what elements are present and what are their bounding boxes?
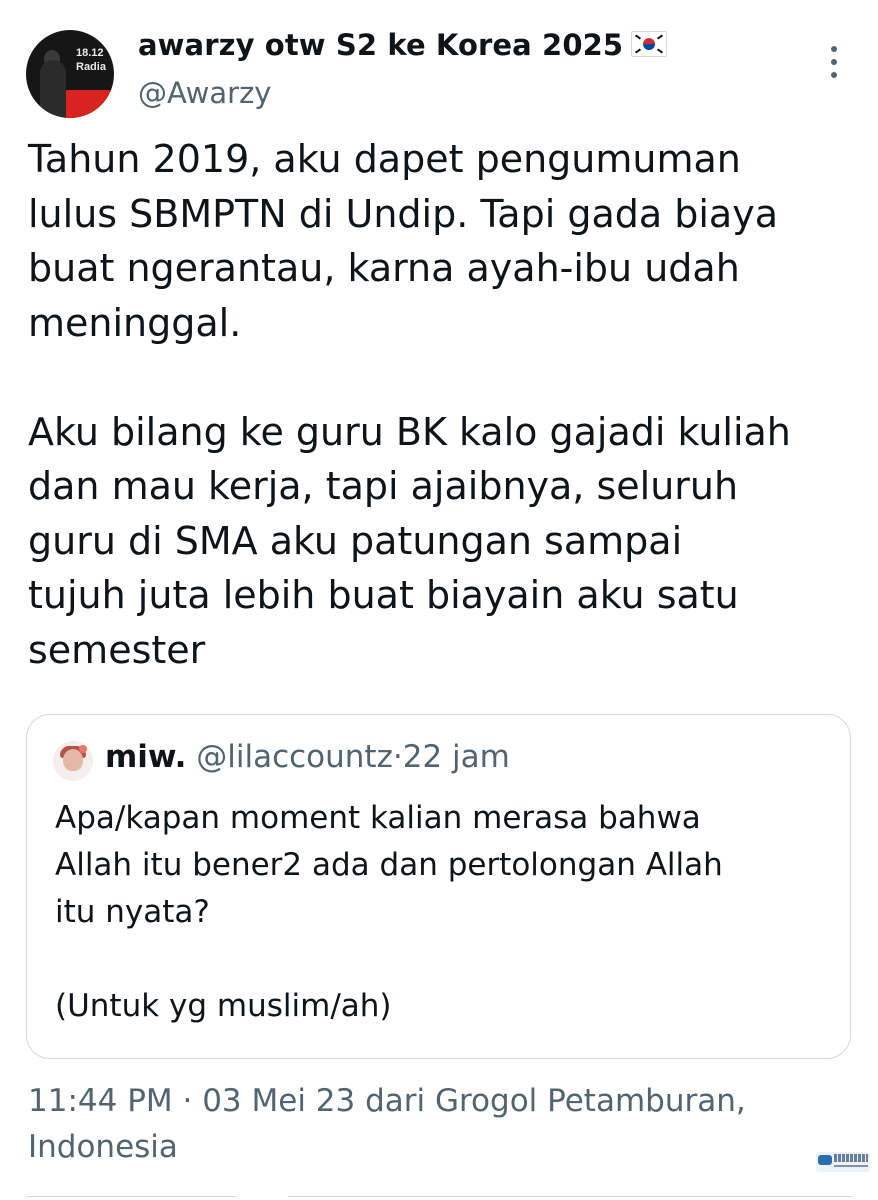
flag-trigram [657,48,664,54]
flag-trigram [657,34,664,40]
tweet: 18.12 Radia awarzy otw S2 ke Korea 2025 … [0,0,878,1200]
watermark-subline [834,1165,868,1167]
south-korea-flag-icon [631,31,668,57]
quoted-author-handle: @lilaccountz [196,739,393,775]
avatar-bow [79,745,87,753]
watermark-logo [816,1152,870,1172]
quoted-author-avatar [53,741,93,781]
author-display-name[interactable]: awarzy otw S2 ke Korea 2025 [138,28,668,62]
quoted-author-name: miw. [105,739,187,775]
tweet-timestamp-location: 11:44 PM · 03 Mei 23 dari Grogol Petambu… [28,1083,746,1165]
author-name-text: awarzy otw S2 ke Korea 2025 [138,28,624,62]
divider [288,1196,852,1197]
more-dot [831,72,837,78]
quoted-timestamp: 22 jam [402,739,510,775]
avatar-stage-backdrop [64,90,114,118]
flag-trigram [635,48,642,54]
more-dot [831,46,837,52]
divider [26,1196,236,1197]
flag-trigram [635,34,642,40]
avatar-screen-text-line: 18.12 [76,47,104,59]
avatar-screen-text-line: Radia [76,61,106,73]
quoted-tweet-card[interactable]: miw. @lilaccountz·22 jam Apa/kapan momen… [26,714,851,1059]
more-vertical-icon[interactable] [818,42,850,82]
more-dot [831,59,837,65]
watermark-lettering [834,1154,868,1162]
tweet-text: Tahun 2019, aku dapet pengumuman lulus S… [28,137,791,672]
quoted-tweet-text: Apa/kapan moment kalian merasa bahwa All… [55,800,723,1024]
author-handle[interactable]: @Awarzy [138,76,271,110]
avatar-person-body [40,60,66,118]
quoted-separator: · [392,739,403,775]
watermark-mark [818,1155,832,1165]
quoted-tweet-header: miw. @lilaccountz·22 jam [105,739,510,775]
flag-taegeuk [643,38,656,50]
avatar-screen-text: 18.12 Radia [76,46,114,74]
author-avatar[interactable]: 18.12 Radia [26,30,114,118]
